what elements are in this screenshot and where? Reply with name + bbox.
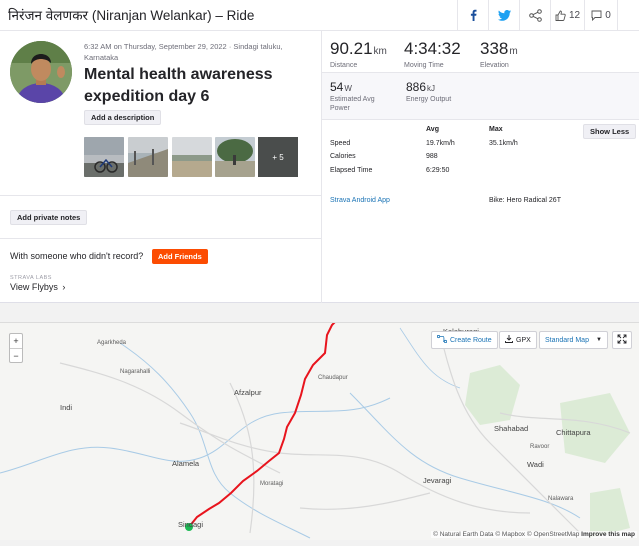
place-label: Sindagi: [178, 520, 204, 529]
speed-label: Speed: [330, 140, 351, 147]
calories-label: Calories: [330, 153, 356, 160]
twitter-share-button[interactable]: [488, 0, 519, 30]
elevation-unit: m: [509, 46, 518, 57]
photo-thumbnail[interactable]: [128, 137, 168, 177]
bike-info: Bike: Hero Radical 26T: [489, 197, 561, 204]
comment-icon: [591, 10, 602, 21]
show-less-button[interactable]: Show Less: [583, 124, 637, 139]
avatar[interactable]: [10, 41, 72, 103]
place-label: Afzalpur: [234, 388, 262, 397]
place-label: Ravoor: [530, 444, 550, 450]
place-label: Jevaragi: [423, 476, 452, 485]
place-label: Nagarahalli: [120, 369, 151, 375]
place-label: Alamela: [172, 459, 200, 468]
power-unit: W: [344, 84, 352, 93]
distance-number: 90.21: [330, 39, 373, 58]
expand-icon: [617, 334, 627, 346]
divider: [0, 238, 321, 239]
view-flybys-link[interactable]: View Flybys ›: [10, 282, 65, 292]
power-label: Estimated Avg Power: [330, 96, 375, 112]
place-label: Nalawara: [548, 496, 574, 502]
elapsed-time-avg: 6:29:50: [426, 167, 450, 174]
place-label: Indi: [60, 403, 73, 412]
place-label: Chaudapur: [318, 375, 348, 381]
zoom-in-button[interactable]: +: [10, 334, 22, 348]
zoom-control: + −: [9, 333, 23, 363]
activity-meta: 6:32 AM on Thursday, September 29, 2022 …: [84, 42, 283, 62]
place-label: Shahabad: [494, 424, 529, 433]
energy-label: Energy Output: [406, 96, 452, 103]
energy-value: 886kJ: [406, 80, 435, 94]
photo-thumbnail[interactable]: [172, 137, 212, 177]
map-type-select[interactable]: Standard Map ▼: [539, 331, 608, 349]
add-friends-button[interactable]: Add Friends: [152, 249, 208, 264]
improve-map-link[interactable]: Improve this map: [581, 531, 635, 538]
gpx-label: GPX: [516, 336, 531, 344]
energy-number: 886: [406, 80, 427, 94]
distance-unit: km: [373, 46, 387, 57]
attribution-text: © Natural Earth Data © Mapbox © OpenStre…: [433, 531, 580, 538]
moving-time-label: Moving Time: [404, 62, 444, 69]
power-number: 54: [330, 80, 344, 94]
moving-time-value: 4:34:32: [404, 39, 461, 58]
create-route-label: Create Route: [450, 336, 492, 344]
distance-value: 90.21km: [330, 39, 387, 59]
download-icon: [505, 335, 513, 345]
gpx-download-button[interactable]: GPX: [499, 331, 537, 349]
avg-column-header: Avg: [426, 126, 439, 133]
share-icon: [528, 8, 542, 22]
activity-card: 6:32 AM on Thursday, September 29, 2022 …: [0, 31, 639, 303]
photo-thumbnail[interactable]: [215, 137, 255, 177]
add-private-notes-button[interactable]: Add private notes: [10, 210, 88, 225]
elevation-number: 338: [480, 39, 509, 58]
create-route-button[interactable]: Create Route: [431, 331, 498, 349]
speed-avg: 19.7km/h: [426, 140, 455, 147]
distance-label: Distance: [330, 62, 358, 69]
kudos-count: 12: [568, 9, 581, 21]
place-label: Chittapura: [556, 428, 591, 437]
comment-button[interactable]: 0: [584, 0, 618, 30]
energy-unit: kJ: [427, 84, 436, 93]
chevron-right-icon: ›: [62, 282, 66, 292]
place-label: Moratagi: [260, 481, 284, 487]
activity-header: निरंजन वेलणकर (Niranjan Welankar) – Ride…: [0, 0, 639, 31]
thumbs-up-icon: [555, 10, 566, 21]
comment-count: 0: [605, 9, 611, 21]
page-title: निरंजन वेलणकर (Niranjan Welankar) – Ride: [8, 8, 255, 23]
caret-down-icon: ▼: [595, 337, 602, 343]
photo-thumbnail[interactable]: [84, 137, 124, 177]
route-icon: [436, 334, 448, 345]
zoom-out-button[interactable]: −: [10, 348, 22, 362]
calories-avg: 988: [426, 153, 438, 160]
elevation-label: Elevation: [480, 62, 509, 69]
place-label: Wadi: [527, 460, 544, 469]
divider: [0, 195, 321, 196]
map-attribution: © Natural Earth Data © Mapbox © OpenStre…: [431, 531, 637, 538]
twitter-icon: [497, 9, 511, 21]
device-link[interactable]: Strava Android App: [330, 197, 390, 204]
record-with-someone-text: With someone who didn't record?: [10, 251, 144, 261]
power-value: 54W: [330, 80, 352, 94]
kudos-button[interactable]: 12: [550, 0, 584, 30]
facebook-icon: [468, 9, 478, 21]
share-button[interactable]: [519, 0, 550, 30]
add-description-button[interactable]: Add a description: [84, 110, 162, 125]
route-line: [185, 323, 336, 531]
elapsed-time-label: Elapsed Time: [330, 167, 373, 174]
speed-max: 35.1km/h: [489, 140, 518, 147]
strava-labs-label: STRAVA LABS: [10, 275, 52, 281]
max-column-header: Max: [489, 126, 503, 133]
route-map[interactable]: Kalaburagi Agarkheda Nagarahalli Indi Af…: [0, 322, 639, 540]
elevation-value: 338m: [480, 39, 518, 59]
map-type-label: Standard Map: [545, 336, 589, 344]
place-label: Agarkheda: [97, 340, 127, 346]
fullscreen-button[interactable]: [612, 331, 632, 349]
view-flybys-label: View Flybys: [10, 282, 58, 292]
activity-title: Mental health awareness expedition day 6: [84, 66, 273, 105]
facebook-share-button[interactable]: [457, 0, 488, 30]
more-photos-button[interactable]: + 5: [258, 137, 298, 177]
